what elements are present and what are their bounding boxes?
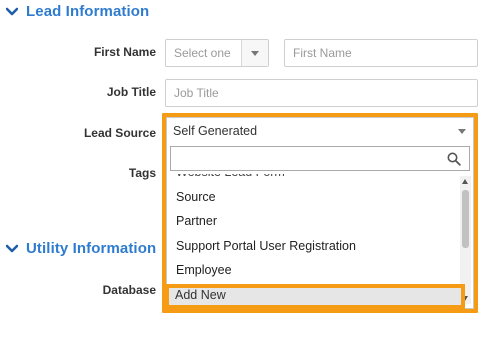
lead-source-selected-value: Self Generated [173,124,258,138]
tags-label: Tags [128,166,156,180]
salutation-select[interactable]: Select one [165,39,269,67]
chevron-down-icon [458,129,466,134]
search-icon [447,152,461,166]
section-header-lead-information[interactable]: Lead Information [6,3,149,20]
first-name-label: First Name [93,45,156,59]
lead-source-dropdown[interactable]: Self Generated Website Lead Form Source … [166,117,474,309]
job-title-label: Job Title [106,85,156,99]
list-item[interactable]: Employee [167,258,457,282]
salutation-select-toggle[interactable] [241,40,268,66]
list-item[interactable]: Source [167,185,457,209]
chevron-down-icon [6,7,18,15]
add-new-highlight [165,284,465,309]
salutation-select-value: Select one [174,46,231,60]
chevron-down-icon [6,244,18,252]
dropdown-search[interactable] [170,146,470,171]
job-title-input[interactable]: Job Title [165,79,478,107]
list-item[interactable]: Website Lead Form [167,174,457,184]
lead-source-select[interactable]: Self Generated [167,118,473,145]
section-title: Utility Information [26,240,157,257]
chevron-down-icon [251,51,259,56]
list-item[interactable]: Partner [167,209,457,233]
lead-source-label: Lead Source [83,126,156,140]
first-name-input[interactable]: First Name [284,39,478,67]
section-header-utility-information[interactable]: Utility Information [6,240,156,257]
database-label: Database [102,283,156,297]
list-item[interactable]: Support Portal User Registration [167,234,457,258]
section-title: Lead Information [26,3,150,20]
first-name-placeholder: First Name [293,46,352,60]
job-title-placeholder: Job Title [174,86,219,100]
scroll-thumb[interactable] [462,190,469,248]
scroll-up-arrow-icon[interactable] [462,179,468,184]
dropdown-search-input[interactable] [171,147,443,169]
